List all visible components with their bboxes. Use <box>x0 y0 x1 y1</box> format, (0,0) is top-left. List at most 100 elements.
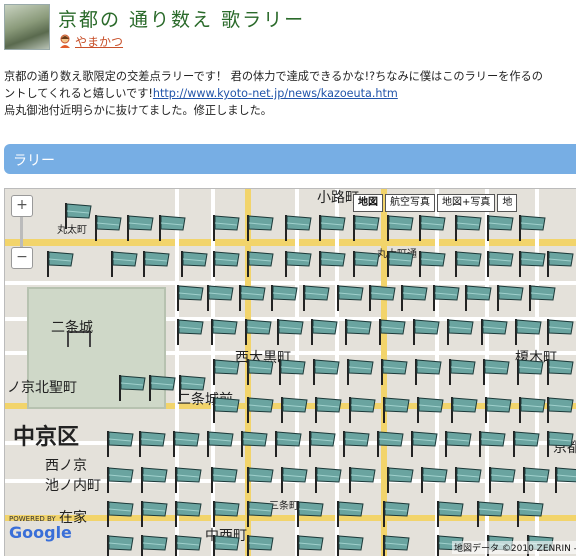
flag-marker-icon[interactable] <box>137 429 167 457</box>
author[interactable]: やまかつ <box>58 32 123 50</box>
flag-marker-icon[interactable] <box>485 213 515 241</box>
flag-marker-icon[interactable] <box>313 395 343 423</box>
flag-marker-icon[interactable] <box>521 465 551 493</box>
flag-marker-icon[interactable] <box>545 249 575 277</box>
flag-marker-icon[interactable] <box>307 429 337 457</box>
flag-marker-icon[interactable] <box>475 499 505 527</box>
flag-marker-icon[interactable] <box>515 357 545 385</box>
flag-marker-icon[interactable] <box>245 395 275 423</box>
rally-thumbnail[interactable] <box>4 4 50 50</box>
flag-marker-icon[interactable] <box>205 429 235 457</box>
flag-marker-icon[interactable] <box>453 465 483 493</box>
flag-marker-icon[interactable] <box>413 357 443 385</box>
flag-marker-icon[interactable] <box>283 249 313 277</box>
flag-marker-icon[interactable] <box>209 317 239 345</box>
flag-marker-icon[interactable] <box>443 429 473 457</box>
flag-marker-icon[interactable] <box>463 283 493 311</box>
google-logo[interactable]: POWERED BY Google <box>9 515 72 542</box>
flag-marker-icon[interactable] <box>343 317 373 345</box>
flag-marker-icon[interactable] <box>309 317 339 345</box>
flag-marker-icon[interactable] <box>283 213 313 241</box>
flag-marker-icon[interactable] <box>317 249 347 277</box>
flag-marker-icon[interactable] <box>435 499 465 527</box>
flag-marker-icon[interactable] <box>409 429 439 457</box>
rally-map[interactable]: 二条城 中京区 丸太町 西ノ京 池ノ内町 ノ京北聖町 西大黒町 榎木町 小路町 … <box>4 188 576 556</box>
flag-marker-icon[interactable] <box>411 317 441 345</box>
flag-marker-icon[interactable] <box>511 429 541 457</box>
flag-marker-icon[interactable] <box>351 249 381 277</box>
flag-marker-icon[interactable] <box>63 201 93 229</box>
flag-marker-icon[interactable] <box>351 213 381 241</box>
flag-marker-icon[interactable] <box>205 283 235 311</box>
flag-marker-icon[interactable] <box>139 499 169 527</box>
flag-marker-icon[interactable] <box>109 249 139 277</box>
flag-marker-icon[interactable] <box>275 317 305 345</box>
flag-marker-icon[interactable] <box>179 249 209 277</box>
flag-marker-icon[interactable] <box>517 213 547 241</box>
flag-marker-icon[interactable] <box>385 465 415 493</box>
flag-marker-icon[interactable] <box>495 283 525 311</box>
flag-marker-icon[interactable] <box>105 465 135 493</box>
flag-marker-icon[interactable] <box>553 465 576 493</box>
flag-marker-icon[interactable] <box>313 465 343 493</box>
flag-marker-icon[interactable] <box>105 499 135 527</box>
flag-marker-icon[interactable] <box>345 357 375 385</box>
flag-marker-icon[interactable] <box>481 357 511 385</box>
flag-marker-icon[interactable] <box>517 395 547 423</box>
flag-marker-icon[interactable] <box>157 213 187 241</box>
flag-marker-icon[interactable] <box>399 283 429 311</box>
map-type-hybrid-button[interactable]: 地図+写真 <box>437 194 496 212</box>
flag-marker-icon[interactable] <box>477 429 507 457</box>
flag-marker-icon[interactable] <box>245 249 275 277</box>
flag-marker-icon[interactable] <box>513 317 543 345</box>
flag-marker-icon[interactable] <box>175 317 205 345</box>
flag-marker-icon[interactable] <box>211 249 241 277</box>
flag-marker-icon[interactable] <box>385 249 415 277</box>
flag-marker-icon[interactable] <box>347 395 377 423</box>
flag-marker-icon[interactable] <box>269 283 299 311</box>
flag-marker-icon[interactable] <box>239 429 269 457</box>
flag-marker-icon[interactable] <box>105 429 135 457</box>
flag-marker-icon[interactable] <box>483 395 513 423</box>
flag-marker-icon[interactable] <box>139 465 169 493</box>
flag-marker-icon[interactable] <box>417 213 447 241</box>
author-link[interactable]: やまかつ <box>75 33 123 50</box>
flag-marker-icon[interactable] <box>311 357 341 385</box>
map-type-map-button[interactable]: 地図 <box>353 194 383 212</box>
flag-marker-icon[interactable] <box>279 395 309 423</box>
flag-marker-icon[interactable] <box>487 465 517 493</box>
flag-marker-icon[interactable] <box>273 429 303 457</box>
zoom-out-button[interactable]: − <box>11 247 33 269</box>
flag-marker-icon[interactable] <box>245 357 275 385</box>
flag-marker-icon[interactable] <box>417 249 447 277</box>
flag-marker-icon[interactable] <box>335 283 365 311</box>
flag-marker-icon[interactable] <box>381 533 411 556</box>
map-type-satellite-button[interactable]: 航空写真 <box>385 194 435 212</box>
flag-marker-icon[interactable] <box>237 283 267 311</box>
kazoeuta-link[interactable]: http://www.kyoto-net.jp/news/kazoeuta.ht… <box>153 87 398 100</box>
map-type-terrain-button[interactable]: 地 <box>497 194 518 212</box>
flag-marker-icon[interactable] <box>453 213 483 241</box>
flag-marker-icon[interactable] <box>245 213 275 241</box>
flag-marker-icon[interactable] <box>93 213 123 241</box>
flag-marker-icon[interactable] <box>379 357 409 385</box>
flag-marker-icon[interactable] <box>381 499 411 527</box>
flag-marker-icon[interactable] <box>177 373 207 401</box>
flag-marker-icon[interactable] <box>175 283 205 311</box>
flag-marker-icon[interactable] <box>211 357 241 385</box>
flag-marker-icon[interactable] <box>385 213 415 241</box>
flag-marker-icon[interactable] <box>277 357 307 385</box>
flag-marker-icon[interactable] <box>317 213 347 241</box>
flag-marker-icon[interactable] <box>211 395 241 423</box>
flag-marker-icon[interactable] <box>245 533 275 556</box>
flag-marker-icon[interactable] <box>419 465 449 493</box>
flag-marker-icon[interactable] <box>527 283 557 311</box>
flag-marker-icon[interactable] <box>517 249 547 277</box>
flag-marker-icon[interactable] <box>211 213 241 241</box>
flag-marker-icon[interactable] <box>245 499 275 527</box>
flag-marker-icon[interactable] <box>245 465 275 493</box>
flag-marker-icon[interactable] <box>445 317 475 345</box>
flag-marker-icon[interactable] <box>415 395 445 423</box>
flag-marker-icon[interactable] <box>335 499 365 527</box>
zoom-in-button[interactable]: + <box>11 195 33 217</box>
